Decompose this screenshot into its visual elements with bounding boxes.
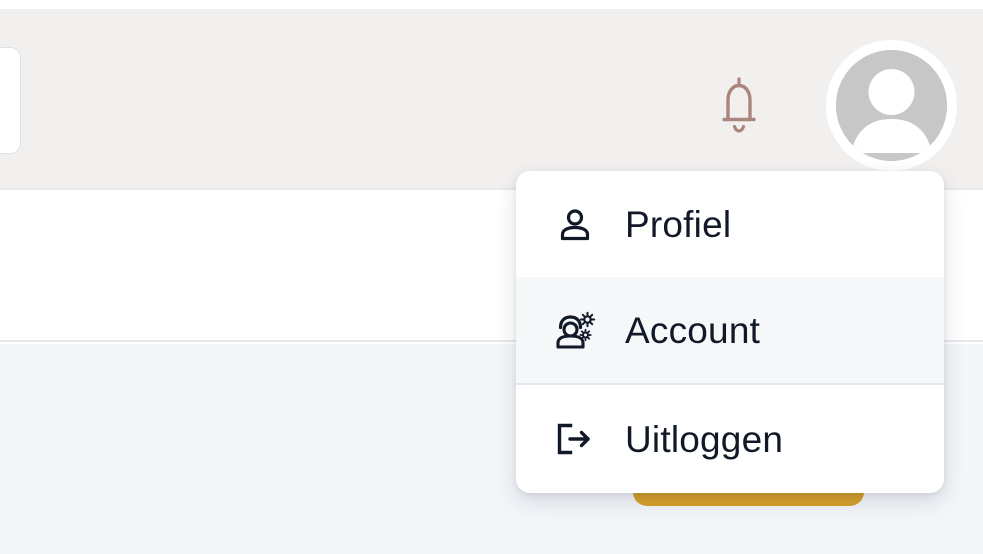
notifications-button[interactable] xyxy=(716,73,761,137)
logout-icon xyxy=(554,418,596,460)
menu-item-profile[interactable]: Profiel xyxy=(516,171,944,277)
menu-label-account: Account xyxy=(625,309,761,351)
user-menu-button[interactable] xyxy=(826,40,957,171)
menu-item-account[interactable]: Account xyxy=(516,277,944,385)
bell-icon xyxy=(720,76,758,134)
avatar xyxy=(836,50,947,161)
search-field-partial[interactable] xyxy=(0,47,21,154)
user-avatar-icon xyxy=(836,50,947,161)
app-page: Profiel Account Uitloggen xyxy=(0,0,983,554)
menu-item-logout[interactable]: Uitloggen xyxy=(516,385,944,493)
user-settings-icon xyxy=(554,309,596,351)
user-dropdown-menu: Profiel Account Uitloggen xyxy=(516,171,944,493)
menu-label-logout: Uitloggen xyxy=(625,418,784,460)
menu-label-profile: Profiel xyxy=(625,203,732,245)
user-icon xyxy=(554,203,596,245)
top-header xyxy=(0,9,983,190)
